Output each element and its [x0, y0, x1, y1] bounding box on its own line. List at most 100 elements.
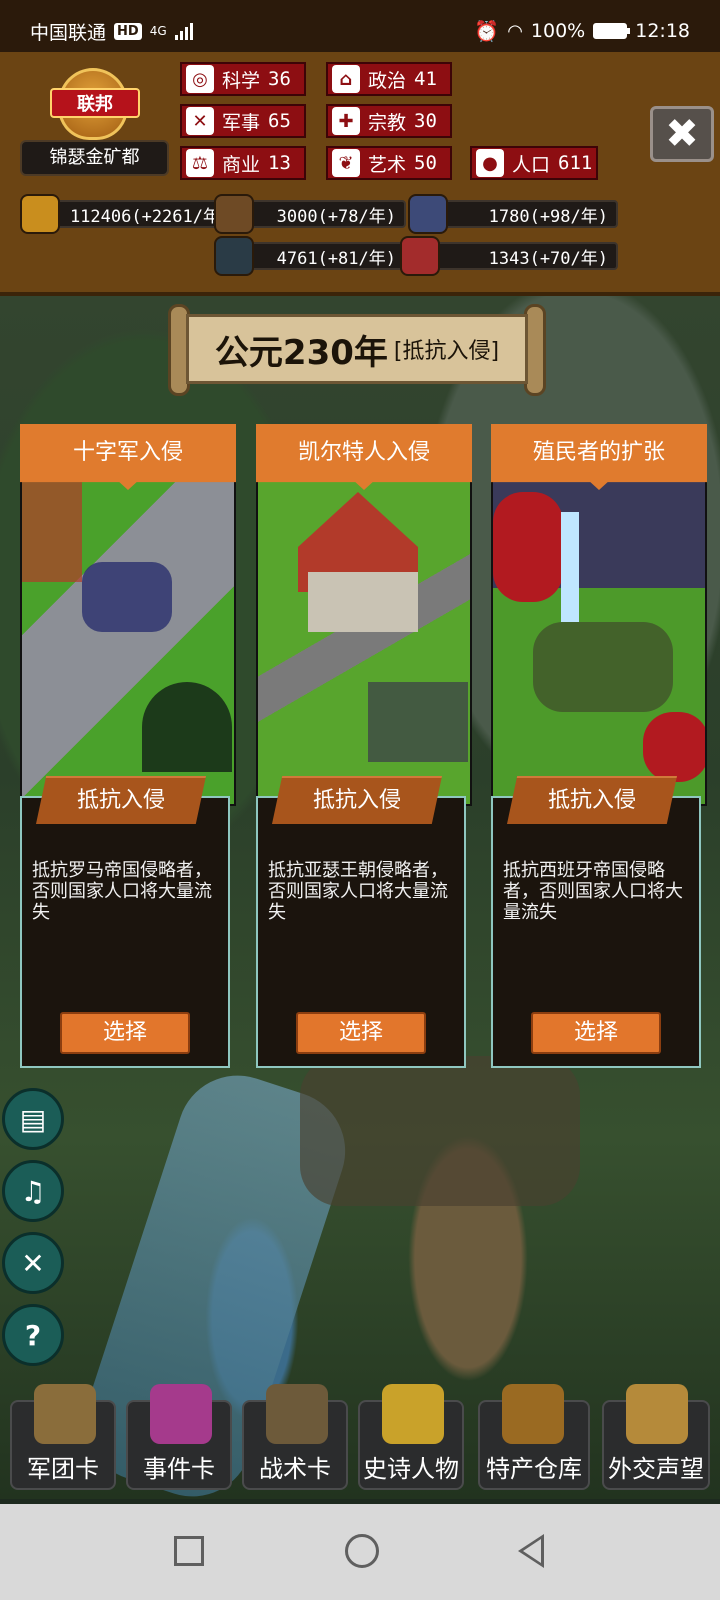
dock-epic-figures[interactable]: 史诗人物	[358, 1384, 464, 1490]
card-illustration	[491, 470, 707, 806]
letter-seal-icon	[626, 1384, 688, 1444]
stat-politics[interactable]: ⌂ 政治 41	[326, 62, 452, 96]
resource-meat[interactable]: 1343(+70/年)	[400, 236, 618, 276]
dock-tactic-cards[interactable]: 战术卡	[242, 1384, 348, 1490]
music-note-icon: ♫	[20, 1174, 46, 1208]
treasure-chest-icon	[502, 1384, 564, 1444]
dock-label: 史诗人物	[363, 1455, 459, 1483]
stat-value: 41	[414, 68, 437, 90]
dock-label: 战术卡	[259, 1455, 331, 1483]
dock-label: 外交声望	[608, 1455, 704, 1483]
dock-label: 特产仓库	[486, 1455, 582, 1483]
machine-icon	[214, 236, 254, 276]
stat-science[interactable]: ◎ 科学 36	[180, 62, 306, 96]
status-right: ⏰ ◠ 100% 12:18	[474, 19, 690, 43]
home-icon[interactable]	[345, 1534, 379, 1568]
stat-value: 611	[558, 152, 593, 174]
journal-button[interactable]: ▤	[2, 1088, 64, 1150]
resource-value: 1343(+70/年)	[432, 242, 618, 270]
dock-diplomacy[interactable]: 外交声望	[602, 1384, 710, 1490]
close-button[interactable]: ✖	[650, 106, 714, 162]
resource-tech[interactable]: 4761(+81/年)	[214, 236, 406, 276]
hd-badge: HD	[114, 22, 142, 40]
scroll-body: 公元230年 [抵抗入侵]	[186, 314, 528, 384]
stat-value: 13	[268, 152, 291, 174]
carrier-text: 中国联通	[30, 21, 107, 44]
card-title: 殖民者的扩张	[491, 424, 707, 490]
stat-art[interactable]: ❦ 艺术 50	[326, 146, 452, 180]
stat-label: 宗教	[368, 111, 407, 134]
crossed-swords-icon: ✕	[186, 107, 214, 135]
scales-icon: ⚖	[186, 149, 214, 177]
resource-value: 1780(+98/年)	[440, 200, 618, 228]
recent-apps-icon[interactable]	[174, 1536, 204, 1566]
status-left: 中国联通 HD 4G	[30, 18, 193, 45]
resource-gold[interactable]: 112406(+2261/年	[20, 194, 230, 234]
card-panel: 抵抗西班牙帝国侵略者，否则国家人口将大量流失 选择	[491, 796, 701, 1068]
battery-icon	[593, 23, 631, 39]
dock-legion-cards[interactable]: 军团卡	[10, 1384, 116, 1490]
year-title: 公元230年	[214, 332, 388, 373]
shield-swords-icon	[266, 1384, 328, 1444]
stat-label: 商业	[222, 153, 261, 176]
dock-label: 事件卡	[143, 1455, 215, 1483]
network-type: 4G	[149, 24, 167, 38]
system-nav-bar	[0, 1504, 720, 1600]
logs-icon	[214, 194, 254, 234]
help-button[interactable]: ?	[2, 1304, 64, 1366]
city-name: 锦瑟金矿都	[20, 140, 169, 176]
dock-event-cards[interactable]: 事件卡	[126, 1384, 232, 1490]
resource-value: 4761(+81/年)	[246, 242, 406, 270]
stat-value: 30	[414, 110, 437, 132]
ore-icon	[408, 194, 448, 234]
select-button[interactable]: 选择	[60, 1012, 190, 1054]
stat-population[interactable]: ● 人口 611	[470, 146, 598, 180]
stat-military[interactable]: ✕ 军事 65	[180, 104, 306, 138]
stat-label: 科学	[222, 69, 261, 92]
gold-coins-icon	[20, 194, 60, 234]
faction-emblem[interactable]: 联邦 锦瑟金矿都	[20, 62, 169, 182]
journal-icon: ▤	[19, 1102, 47, 1136]
stat-label: 政治	[368, 69, 407, 92]
stat-value: 36	[268, 68, 291, 90]
wifi-icon: ◠	[507, 20, 523, 42]
select-button[interactable]: 选择	[531, 1012, 661, 1054]
kingdom-panel: 联邦 锦瑟金矿都 ◎ 科学 36 ⌂ 政治 41 ✕ 军事 65 ✚ 宗教 30…	[0, 52, 720, 296]
close-icon: ✖	[665, 111, 699, 157]
stat-label: 军事	[222, 111, 261, 134]
dock-specialty-warehouse[interactable]: 特产仓库	[478, 1384, 590, 1490]
card-description: 抵抗西班牙帝国侵略者，否则国家人口将大量流失	[503, 860, 683, 923]
stat-religion[interactable]: ✚ 宗教 30	[326, 104, 452, 138]
crown-icon	[382, 1384, 444, 1444]
scroll-icon	[150, 1384, 212, 1444]
card-description: 抵抗亚瑟王朝侵略者，否则国家人口将大量流失	[268, 860, 448, 923]
government-building-icon: ⌂	[332, 65, 360, 93]
stat-value: 50	[414, 152, 437, 174]
card-panel: 抵抗亚瑟王朝侵略者，否则国家人口将大量流失 选择	[256, 796, 466, 1068]
card-title: 十字军入侵	[20, 424, 236, 490]
resource-value: 112406(+2261/年	[52, 200, 230, 228]
signal-icon	[174, 22, 193, 40]
music-button[interactable]: ♫	[2, 1160, 64, 1222]
select-button[interactable]: 选择	[296, 1012, 426, 1054]
stat-label: 人口	[512, 153, 551, 176]
card-illustration	[256, 470, 472, 806]
village	[300, 1056, 580, 1206]
back-icon[interactable]	[518, 1534, 544, 1568]
card-ribbon: 抵抗入侵	[36, 776, 206, 824]
helmet-icon	[34, 1384, 96, 1444]
stat-label: 艺术	[368, 153, 407, 176]
alarm-icon: ⏰	[474, 19, 500, 43]
stat-commerce[interactable]: ⚖ 商业 13	[180, 146, 306, 180]
card-title: 凯尔特人入侵	[256, 424, 472, 490]
card-description: 抵抗罗马帝国侵略者，否则国家人口将大量流失	[32, 860, 212, 923]
battery-percent: 100%	[530, 20, 586, 42]
cross-icon: ✚	[332, 107, 360, 135]
clock: 12:18	[635, 20, 690, 42]
resource-wood[interactable]: 3000(+78/年)	[214, 194, 406, 234]
card-ribbon: 抵抗入侵	[272, 776, 442, 824]
resource-ore[interactable]: 1780(+98/年)	[408, 194, 618, 234]
sound-button[interactable]: ✕	[2, 1232, 64, 1294]
resource-value: 3000(+78/年)	[246, 200, 406, 228]
help-icon: ?	[24, 1318, 42, 1352]
